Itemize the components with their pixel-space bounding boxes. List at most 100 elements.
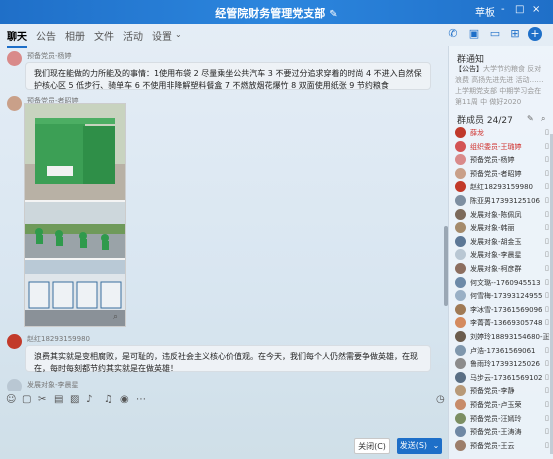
scissors-icon[interactable]: ✂: [38, 394, 46, 405]
member-row[interactable]: 李冰雪-17361569096 ▯: [455, 303, 551, 317]
notice-body[interactable]: 【公告】大学节约粮食 反对浪费 高扬先进先进 活动…… 上学期党支部 中期学习会…: [455, 64, 547, 119]
avatar: [455, 426, 466, 438]
avatar: [455, 235, 466, 247]
member-name: 预备党员-王涛涛: [470, 428, 522, 437]
minimize-button[interactable]: -: [501, 4, 505, 15]
member-row[interactable]: 预备党员-王云 ▯: [455, 439, 551, 453]
gif-icon[interactable]: ▢: [22, 394, 31, 405]
members-title: 群成员 24/27: [457, 116, 513, 126]
edit-members-icon[interactable]: ✎: [527, 114, 534, 123]
member-row[interactable]: 预备党员-汪嫣玲 ▯: [455, 412, 551, 426]
phone-icon: ▯: [545, 264, 549, 272]
phone-icon: ▯: [545, 440, 549, 449]
member-row[interactable]: 何雪梅-17393124955 ▯: [455, 290, 551, 303]
member-name: 赵红18293159980: [470, 183, 533, 192]
maximize-button[interactable]: □: [515, 4, 524, 15]
tab-announcement[interactable]: 公告: [36, 28, 56, 43]
screen-share-icon[interactable]: ▭: [488, 27, 502, 41]
avatar[interactable]: [7, 51, 22, 66]
member-row[interactable]: 卢浩-17361569061 ▯: [455, 344, 551, 358]
voice-icon[interactable]: ◉: [120, 394, 129, 405]
avatar: [455, 263, 466, 274]
image-message[interactable]: ⌕: [24, 103, 126, 327]
more-icon[interactable]: ⋯: [136, 394, 146, 405]
video-icon[interactable]: ▣: [467, 27, 481, 41]
search-icon[interactable]: ⌕: [541, 114, 545, 124]
phone-icon: ▯: [545, 236, 549, 245]
message-sender[interactable]: 预备党员-杨婷: [27, 51, 72, 61]
bell-icon[interactable]: ♫: [104, 394, 113, 405]
add-icon[interactable]: +: [528, 27, 542, 41]
message-input[interactable]: 关闭(C) 发送(S) ⌄: [0, 409, 448, 459]
member-row[interactable]: 何文璐--1760945513 ▯: [455, 276, 551, 290]
avatar[interactable]: [7, 96, 22, 111]
tab-album[interactable]: 相册: [65, 28, 85, 43]
phone-icon: ▯: [545, 372, 549, 381]
folder-icon[interactable]: ▤: [54, 394, 63, 405]
window-right-label[interactable]: 苹板: [475, 4, 495, 19]
member-row[interactable]: 预备党员-卢玉荣 ▯: [455, 399, 551, 412]
phone-icon: ▯: [545, 209, 549, 218]
member-name: 何雪梅-17393124955: [470, 292, 543, 301]
member-row[interactable]: 预备党员-杨婷 ▯: [455, 154, 551, 167]
member-row[interactable]: 发展对象-陈佩凤 ▯: [455, 208, 551, 222]
image-icon[interactable]: ▨: [70, 394, 79, 405]
member-row[interactable]: 发展对象-胡金玉 ▯: [455, 235, 551, 249]
message-sender[interactable]: 赵红18293159980: [27, 334, 90, 344]
history-icon[interactable]: ◷: [436, 394, 445, 405]
member-row[interactable]: 鲁雨玲17393125026 ▯: [455, 358, 551, 371]
member-name: 预备党员-汪嫣玲: [470, 414, 522, 423]
close-button[interactable]: 关闭(C): [354, 438, 390, 454]
phone-icon: ▯: [545, 168, 549, 177]
member-row[interactable]: 薛龙 ▯: [455, 127, 551, 140]
member-name: 马步云-17361569102: [470, 373, 543, 382]
phone-icon: ▯: [545, 386, 549, 395]
chevron-down-icon[interactable]: ⌄: [175, 30, 182, 39]
member-row[interactable]: 马步云-17361569102 ▯: [455, 371, 551, 385]
avatar: [455, 317, 466, 329]
member-row[interactable]: 组织委员-王璐婷 ▯: [455, 140, 551, 154]
avatar: [455, 399, 466, 410]
group-app-icon[interactable]: ⊞: [508, 27, 522, 41]
chevron-down-icon[interactable]: ⌄: [433, 441, 440, 450]
avatar: [455, 140, 466, 152]
avatar[interactable]: [7, 379, 22, 391]
message-sender[interactable]: 发展对象-李晨星: [27, 380, 79, 390]
member-row[interactable]: 陈亚男17393125106 ▯: [455, 195, 551, 208]
mic-icon[interactable]: ♪: [86, 394, 92, 405]
member-row[interactable]: 赵红18293159980 ▯: [455, 181, 551, 194]
edit-icon[interactable]: ✎: [329, 9, 337, 20]
member-row[interactable]: 李菁菁-13669305748 ▯: [455, 317, 551, 330]
avatar[interactable]: [7, 334, 22, 349]
phone-icon: ▯: [545, 250, 549, 259]
tab-settings[interactable]: 设置: [152, 28, 172, 43]
phone-icon[interactable]: ✆: [446, 27, 460, 41]
chat-messages[interactable]: 预备党员-杨婷 我们现在能做的力所能及的事情：1使用布袋 2 尽量乘坐公共汽车 …: [0, 46, 448, 391]
phone-icon: ▯: [545, 332, 549, 340]
chat-window: 经管院财务管理党支部 ✎ 苹板 - □ × 聊天 公告 相册 文件 活动 设置 ⌄…: [0, 0, 553, 459]
send-button[interactable]: 发送(S) ⌄: [397, 438, 442, 454]
emoji-icon[interactable]: ☺: [6, 394, 16, 405]
tab-files[interactable]: 文件: [94, 28, 114, 43]
member-row[interactable]: 发展对象-韩丽 ▯: [455, 222, 551, 235]
member-row[interactable]: 发展对象-李晨星 ▯: [455, 249, 551, 262]
tab-activities[interactable]: 活动: [123, 28, 143, 43]
zoom-icon[interactable]: ⌕: [113, 312, 118, 322]
member-row[interactable]: 发展对象-柯彦群 ▯: [455, 263, 551, 276]
group-name: 经管院财务管理党支部: [215, 7, 326, 20]
message-bubble[interactable]: 我们现在能做的力所能及的事情：1使用布袋 2 尽量乘坐公共汽车 3 不要过分追求…: [25, 62, 431, 90]
avatar: [455, 154, 466, 166]
avatar: [455, 344, 466, 356]
message-bubble[interactable]: 浪费其实就是变相腐败，是可耻的，违反社会主义核心价值观。在今天，我们每个人仍然需…: [25, 345, 431, 373]
member-row[interactable]: 预备党员-李静 ▯: [455, 385, 551, 398]
avatar: [455, 181, 466, 193]
member-name: 预备党员-王云: [470, 441, 515, 450]
member-row[interactable]: 预备党员-王涛涛 ▯: [455, 426, 551, 439]
close-window-button[interactable]: ×: [532, 4, 540, 15]
member-row[interactable]: 预备党员-者昭婷 ▯: [455, 167, 551, 181]
tab-chat[interactable]: 聊天: [7, 28, 27, 48]
avatar: [455, 331, 466, 342]
phone-icon: ▯: [545, 155, 549, 164]
phone-icon: ▯: [545, 400, 549, 408]
member-row[interactable]: 刘婷玲18893154680-正式 ▯: [455, 331, 553, 344]
